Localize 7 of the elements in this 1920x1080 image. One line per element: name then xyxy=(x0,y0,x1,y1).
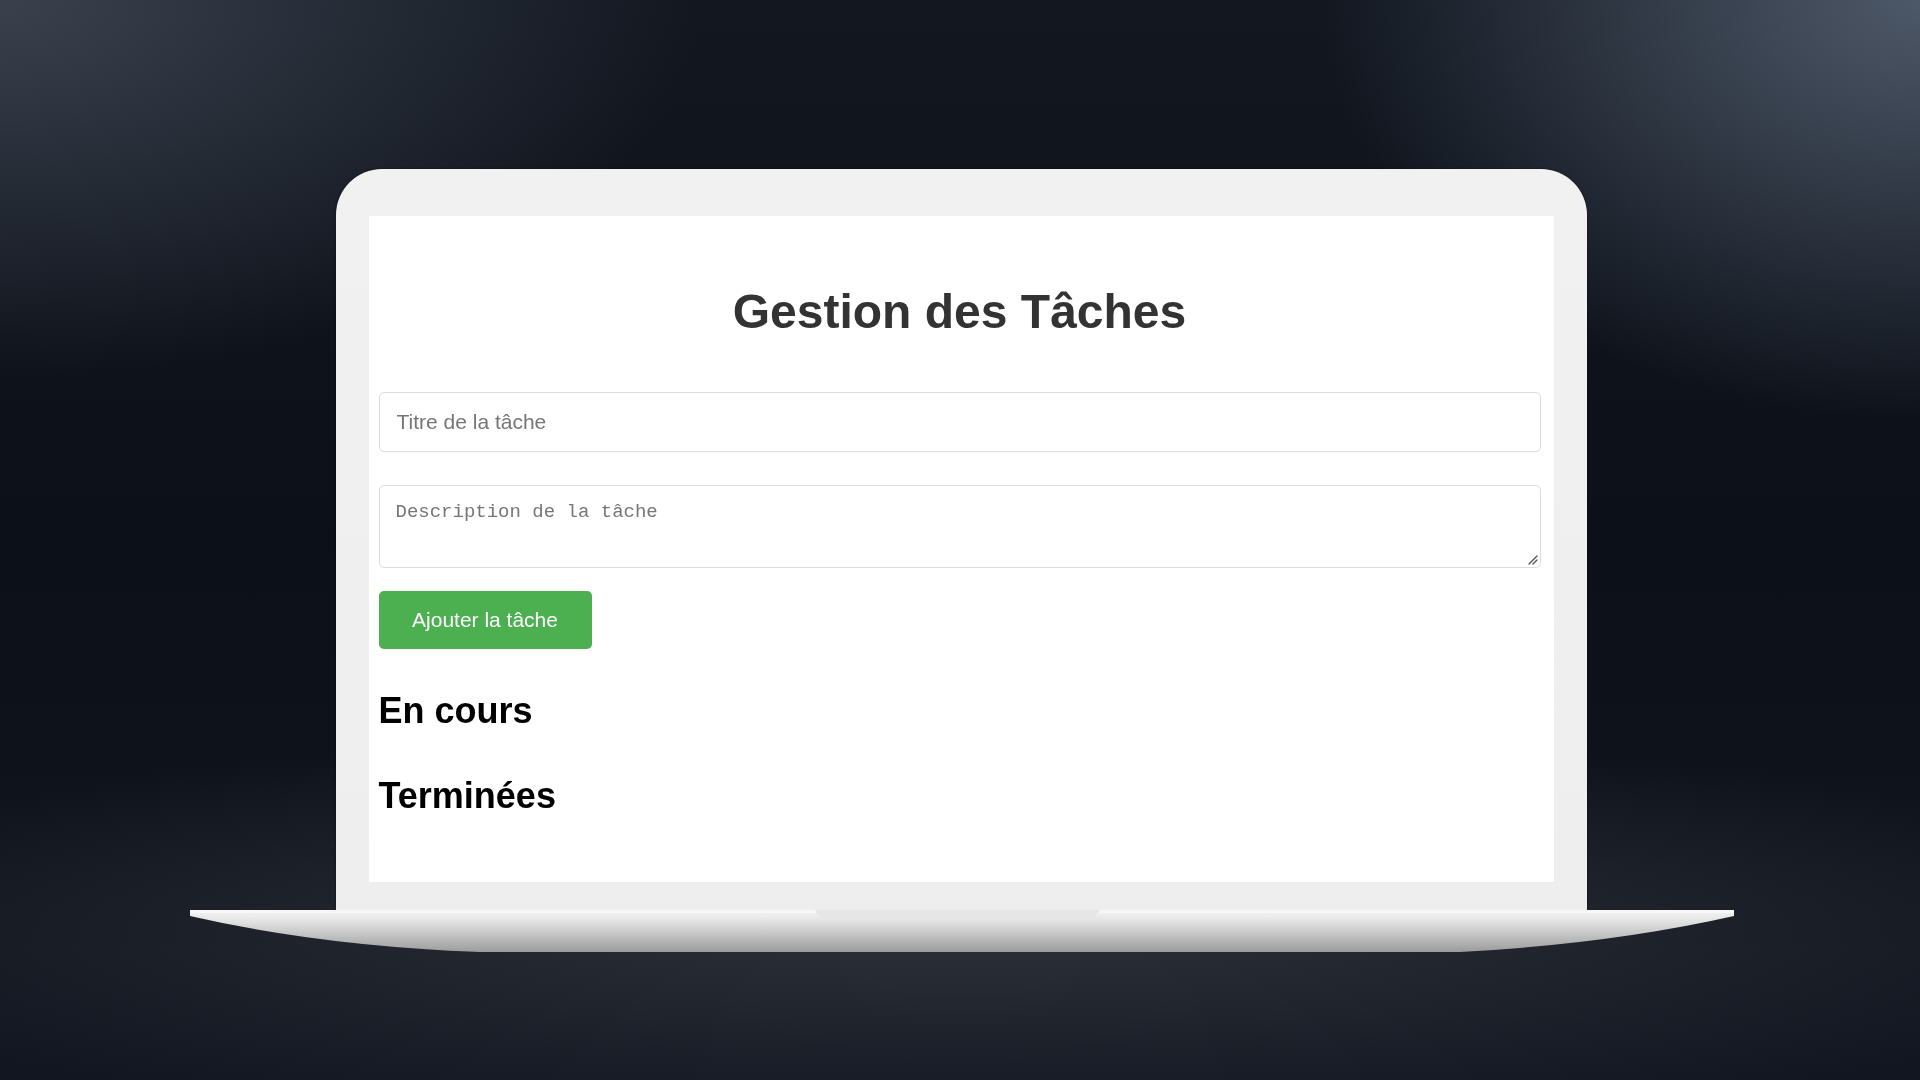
add-task-button[interactable]: Ajouter la tâche xyxy=(378,591,592,649)
section-heading: En cours xyxy=(378,690,533,731)
title-input-field[interactable]: Titre de la tâche xyxy=(378,392,1541,452)
page-title: Gestion des Tâches xyxy=(731,284,1188,339)
description-text-area[interactable]: Description de la tâche xyxy=(378,485,1541,568)
resize-handle-icon[interactable] xyxy=(1527,555,1538,565)
section-heading: Terminées xyxy=(378,775,556,816)
